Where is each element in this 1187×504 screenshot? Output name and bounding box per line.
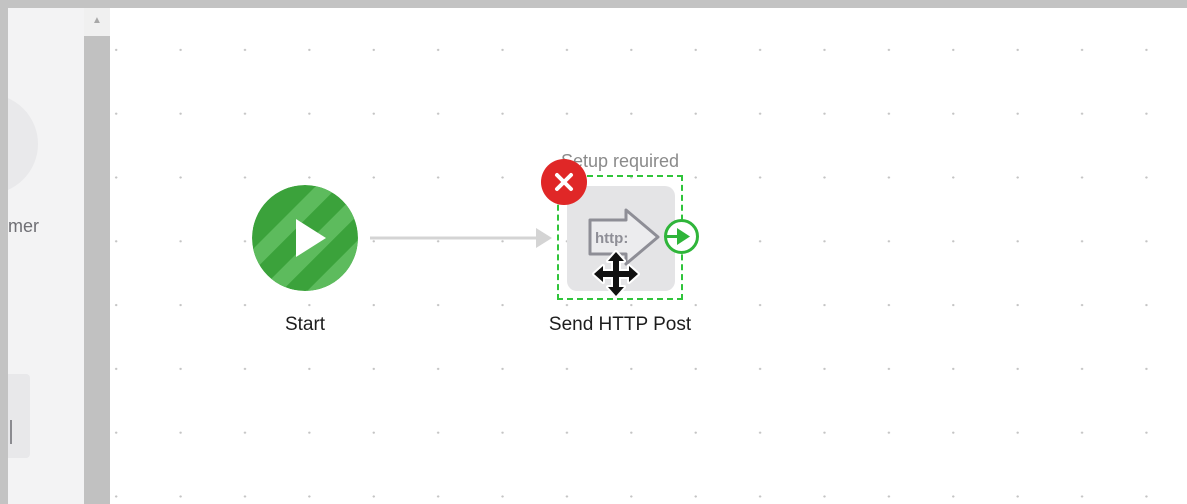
http-arrow-icon: http: [588,208,660,266]
palette-scrollbar[interactable]: ▲ [84,8,110,504]
error-badge[interactable] [541,159,587,205]
scroll-up-arrow-icon[interactable]: ▲ [84,8,110,34]
output-port[interactable] [663,218,700,255]
window-top-border [0,0,1187,8]
palette-item-card[interactable] [8,374,30,458]
workflow-editor: mer ▲ Start Setup required http: Send HT… [0,0,1187,504]
start-node-label: Start [284,314,326,335]
palette-item-avatar[interactable] [8,94,38,194]
play-icon [252,185,358,291]
http-icon-text: http: [595,230,628,247]
output-port-play-icon [664,219,699,254]
action-palette: mer [8,8,84,504]
window-left-border [0,0,8,504]
close-icon [555,173,573,191]
palette-item-label: mer [8,216,39,236]
palette-item-card-divider [10,420,12,444]
start-node[interactable] [252,185,358,291]
send-http-post-node-label: Send HTTP Post [548,314,692,335]
scrollbar-thumb[interactable] [84,36,110,504]
